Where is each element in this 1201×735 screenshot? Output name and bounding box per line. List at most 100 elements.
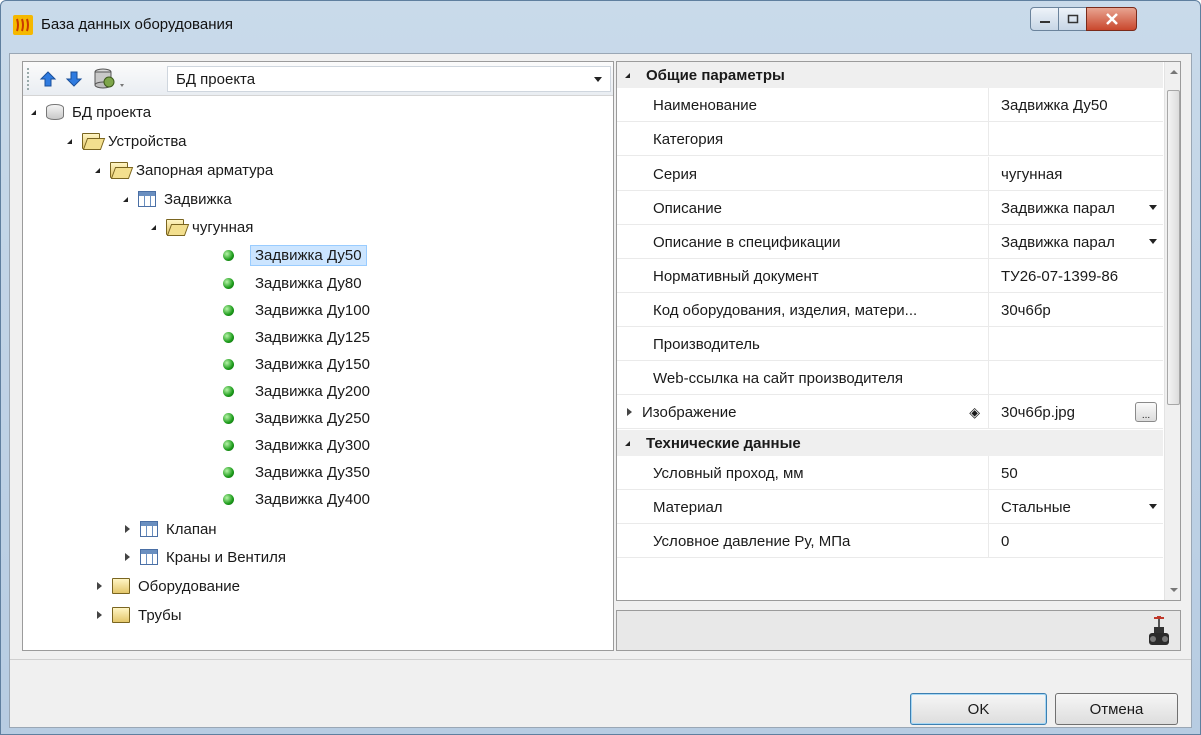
move-down-button[interactable] <box>63 68 85 90</box>
tree-node-label: Трубы <box>138 606 182 624</box>
item-status-dot-icon <box>223 439 234 451</box>
tree-toolbar: БД проекта <box>23 62 613 96</box>
tree-item[interactable]: Задвижка Ду200 <box>219 379 370 403</box>
tree-node-taps[interactable]: Краны и Вентиля <box>125 545 286 569</box>
minimize-button[interactable] <box>1030 7 1059 31</box>
property-value[interactable] <box>989 327 1163 361</box>
tree-node-label: Клапан <box>166 520 217 538</box>
property-row[interactable]: Условный проход, мм 50 <box>617 456 1163 490</box>
database-icon <box>46 104 64 120</box>
property-row[interactable]: Материал Стальные <box>617 490 1163 524</box>
property-value-text: Стальные <box>1001 498 1071 516</box>
chevron-down-icon[interactable] <box>1149 205 1157 210</box>
property-value[interactable]: Задвижка Ду50 <box>989 88 1163 122</box>
item-status-dot-icon <box>223 385 234 397</box>
property-value[interactable]: чугунная <box>989 157 1163 191</box>
arrow-down-icon <box>65 71 83 87</box>
property-value[interactable]: ТУ26-07-1399-86 <box>989 259 1163 293</box>
database-selector-value: БД проекта <box>176 70 256 88</box>
folder-icon <box>112 607 130 623</box>
property-row[interactable]: Категория <box>617 122 1163 156</box>
property-row[interactable]: Описание в спецификации Задвижка парал <box>617 225 1163 259</box>
close-button[interactable] <box>1086 7 1137 31</box>
category-technical[interactable]: Технические данные <box>617 430 1163 456</box>
tree-item[interactable]: Задвижка Ду100 <box>219 298 370 322</box>
database-settings-button[interactable] <box>91 68 131 90</box>
tree-item[interactable]: Задвижка Ду150 <box>219 352 370 376</box>
chevron-down-icon[interactable] <box>1149 239 1157 244</box>
open-folder-icon <box>82 133 100 149</box>
property-name-cell: Изображение ◈ <box>617 395 989 429</box>
cancel-button[interactable]: Отмена <box>1055 693 1178 725</box>
tree-item[interactable]: Задвижка Ду80 <box>219 271 362 295</box>
property-name: Изображение <box>642 403 737 421</box>
image-preview-panel <box>616 610 1181 651</box>
property-scrollbar[interactable] <box>1164 62 1180 600</box>
collapsed-icon <box>97 611 102 619</box>
tree-item[interactable]: Задвижка Ду125 <box>219 325 370 349</box>
property-row[interactable]: Производитель <box>617 327 1163 361</box>
tree-node-devices[interactable]: Устройства <box>67 129 186 153</box>
property-row[interactable]: Web-ссылка на сайт производителя <box>617 361 1163 395</box>
property-row[interactable]: Описание Задвижка парал <box>617 191 1163 225</box>
item-status-dot-icon <box>223 412 234 424</box>
property-value[interactable] <box>989 122 1163 156</box>
tree-item[interactable]: Задвижка Ду250 <box>219 406 370 430</box>
property-value[interactable]: 50 <box>989 456 1163 490</box>
table-icon <box>140 521 158 537</box>
scrollbar-thumb[interactable] <box>1167 90 1180 405</box>
tree-item[interactable]: Задвижка Ду400 <box>219 487 370 511</box>
scroll-up-icon[interactable] <box>1170 70 1178 74</box>
ok-button[interactable]: OK <box>910 693 1047 725</box>
property-name: Наименование <box>641 88 989 122</box>
database-settings-icon <box>94 68 124 89</box>
maximize-button[interactable] <box>1058 7 1087 31</box>
tree-node-pipes[interactable]: Трубы <box>97 603 182 627</box>
property-row[interactable]: Наименование Задвижка Ду50 <box>617 88 1163 122</box>
property-value[interactable]: 0 <box>989 524 1163 558</box>
tree-node-cast-iron[interactable]: чугунная <box>151 215 253 239</box>
collapsed-icon <box>97 582 102 590</box>
collapsed-icon <box>125 525 130 533</box>
property-name: Код оборудования, изделия, матери... <box>641 293 989 327</box>
property-row[interactable]: Условное давление Ру, МПа 0 <box>617 524 1163 558</box>
database-selector[interactable]: БД проекта <box>167 66 611 92</box>
tree-item-selected[interactable]: Задвижка Ду50 <box>219 243 367 267</box>
property-value[interactable]: 30ч6бр <box>989 293 1163 327</box>
browse-image-button[interactable]: ... <box>1135 402 1157 422</box>
property-value-dropdown[interactable]: Задвижка парал <box>989 225 1163 259</box>
property-value[interactable] <box>989 361 1163 395</box>
category-label: Технические данные <box>646 434 801 452</box>
collapsed-icon <box>125 553 130 561</box>
property-row[interactable]: Нормативный документ ТУ26-07-1399-86 <box>617 259 1163 293</box>
tree-node-root[interactable]: БД проекта <box>31 100 151 124</box>
scroll-down-icon[interactable] <box>1170 588 1178 592</box>
category-general[interactable]: Общие параметры <box>617 62 1163 88</box>
property-value-file[interactable]: 30ч6бр.jpg ... <box>989 395 1163 429</box>
expand-icon <box>123 196 128 202</box>
collapsed-icon[interactable] <box>627 408 632 416</box>
tree-node-gate-valve[interactable]: Задвижка <box>123 187 232 211</box>
property-row-image[interactable]: Изображение ◈ 30ч6бр.jpg ... <box>617 395 1163 429</box>
chevron-down-icon <box>594 77 602 82</box>
property-row[interactable]: Серия чугунная <box>617 157 1163 191</box>
expand-icon <box>31 109 36 115</box>
tree-item[interactable]: Задвижка Ду350 <box>219 460 370 484</box>
tree-item-label: Задвижка Ду125 <box>255 328 370 346</box>
property-value-dropdown[interactable]: Задвижка парал <box>989 191 1163 225</box>
move-up-button[interactable] <box>37 68 59 90</box>
property-row[interactable]: Код оборудования, изделия, матери... 30ч… <box>617 293 1163 327</box>
tree-item-label: Задвижка Ду250 <box>255 409 370 427</box>
item-status-dot-icon <box>223 493 234 505</box>
footer-separator <box>10 659 1191 660</box>
item-status-dot-icon <box>223 277 234 289</box>
table-icon <box>140 549 158 565</box>
table-icon <box>138 191 156 207</box>
property-value-dropdown[interactable]: Стальные <box>989 490 1163 524</box>
tree-item[interactable]: Задвижка Ду300 <box>219 433 370 457</box>
tree-node-equipment[interactable]: Оборудование <box>97 574 240 598</box>
chevron-down-icon[interactable] <box>1149 504 1157 509</box>
tree-node-valve[interactable]: Клапан <box>125 517 217 541</box>
property-name: Условный проход, мм <box>641 456 989 490</box>
tree-node-shutoff[interactable]: Запорная арматура <box>95 158 273 182</box>
